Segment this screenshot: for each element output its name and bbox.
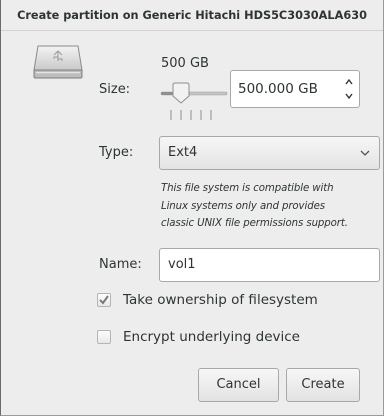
hint-line: This file system is compatible with — [161, 183, 334, 194]
type-selected-value: Ext4 — [168, 145, 198, 160]
size-label: Size: — [99, 82, 131, 97]
take-ownership-checkbox[interactable] — [97, 293, 111, 307]
filesystem-description: This file system is compatible with Linu… — [161, 180, 381, 233]
name-input[interactable]: vol1 — [159, 248, 380, 282]
hint-line: classic UNIX file permissions support. — [161, 218, 348, 229]
type-label: Type: — [99, 145, 134, 160]
encrypt-label[interactable]: Encrypt underlying device — [123, 329, 300, 345]
dialog-title: Create partition on Generic Hitachi HDS5… — [17, 9, 367, 22]
hint-line: Linux systems only and provides — [161, 200, 325, 212]
size-value-display: 500 GB — [161, 56, 209, 71]
size-spinbutton[interactable]: 500.000 GB — [230, 70, 360, 108]
size-spin-value[interactable]: 500.000 GB — [238, 71, 318, 107]
chevron-down-icon[interactable] — [343, 89, 355, 103]
titlebar[interactable]: Create partition on Generic Hitachi HDS5… — [1, 0, 383, 31]
chevron-up-icon[interactable] — [343, 75, 355, 89]
chevron-down-icon — [360, 150, 370, 156]
checkmark-icon — [99, 295, 109, 305]
name-label: Name: — [99, 257, 142, 272]
encrypt-checkbox[interactable] — [97, 330, 111, 344]
slider-handle — [172, 82, 190, 104]
name-input-value[interactable]: vol1 — [168, 249, 196, 281]
drive-harddisk-usb-icon — [33, 45, 83, 79]
size-slider[interactable] — [159, 80, 229, 124]
cancel-button[interactable]: Cancel — [198, 368, 279, 402]
create-button[interactable]: Create — [286, 368, 360, 402]
type-combobox[interactable]: Ext4 — [159, 136, 380, 170]
take-ownership-label[interactable]: Take ownership of filesystem — [123, 292, 318, 308]
create-partition-dialog: Create partition on Generic Hitachi HDS5… — [0, 0, 384, 416]
